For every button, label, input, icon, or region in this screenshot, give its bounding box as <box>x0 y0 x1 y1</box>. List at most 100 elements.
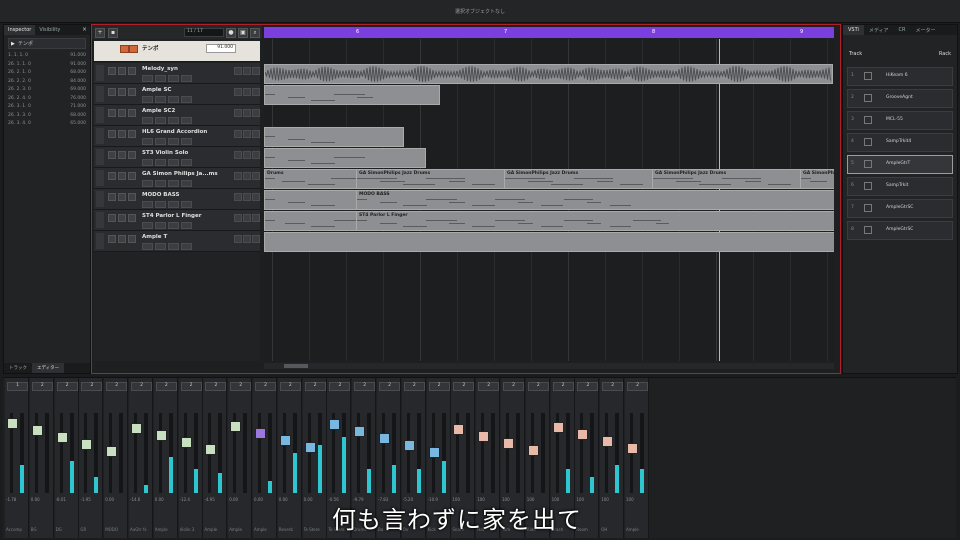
event-part[interactable]: GA SimonPhilips Jazz Drums <box>356 169 506 189</box>
channel-volume[interactable]: -1.95 <box>80 497 90 502</box>
lane-button[interactable] <box>243 214 251 222</box>
track-handle[interactable] <box>96 233 104 249</box>
channel-fader[interactable] <box>230 421 242 432</box>
record-enable-button[interactable] <box>128 151 136 159</box>
channel-number[interactable]: 2 <box>577 382 599 391</box>
freeze-button[interactable] <box>234 130 242 138</box>
solo-button[interactable] <box>118 172 126 180</box>
channel-number[interactable]: 2 <box>205 382 227 391</box>
tempo-point-row[interactable]: 26. 1. 1. 0 91.000 <box>8 62 86 71</box>
meter-button[interactable] <box>252 67 260 75</box>
read-button[interactable] <box>142 96 153 103</box>
mute-button[interactable] <box>108 109 116 117</box>
channel-fader[interactable] <box>627 443 638 454</box>
lane-button[interactable] <box>243 109 251 117</box>
tab-cr[interactable]: CR <box>894 25 911 35</box>
tempo-point-row[interactable]: 26. 3. 4. 0 65.000 <box>8 121 86 130</box>
channel-volume[interactable]: 100 <box>601 497 609 502</box>
tempo-point-row[interactable]: 26. 2. 1. 0 68.000 <box>8 70 86 79</box>
channel-number[interactable]: 2 <box>627 382 648 391</box>
record-enable-button[interactable] <box>128 235 136 243</box>
mute-button[interactable] <box>108 88 116 96</box>
channel-volume[interactable]: -4.95 <box>204 497 214 502</box>
channel-number[interactable]: 2 <box>31 382 53 391</box>
channel-number[interactable]: 2 <box>379 382 400 391</box>
edit-button[interactable] <box>168 75 179 82</box>
channel-volume[interactable]: 0.00 <box>229 497 238 502</box>
track-handle[interactable] <box>96 107 104 123</box>
channel-fader[interactable] <box>205 444 217 455</box>
channel-number[interactable]: 2 <box>354 382 376 391</box>
folder-icon[interactable]: ▪ <box>108 28 118 38</box>
track-row[interactable]: ST3 Violin Solo <box>94 147 260 168</box>
channel-fader[interactable] <box>81 439 93 450</box>
channel-number[interactable]: 2 <box>329 382 351 391</box>
add-track-button[interactable]: + <box>95 28 105 38</box>
scroll-thumb[interactable] <box>284 364 308 368</box>
write-button[interactable] <box>155 117 166 124</box>
track-handle[interactable] <box>96 149 104 165</box>
channel-volume[interactable]: -1.78 <box>6 497 16 502</box>
channel-fader[interactable] <box>354 426 366 437</box>
mute-button[interactable] <box>108 193 116 201</box>
meter-button[interactable] <box>252 109 260 117</box>
record-enable-button[interactable] <box>128 172 136 180</box>
meter-button[interactable] <box>252 193 260 201</box>
track-row[interactable]: HL6 Grand Accordion <box>94 126 260 147</box>
channel-fader[interactable] <box>503 438 514 449</box>
channel-volume[interactable]: 0.00 <box>304 497 313 502</box>
lane-button[interactable] <box>243 130 251 138</box>
solo-button[interactable] <box>118 193 126 201</box>
instrument-slot[interactable]: 4 SampTrkit4 <box>847 133 953 152</box>
write-button[interactable] <box>155 222 166 229</box>
track-handle[interactable] <box>96 212 104 228</box>
instrument-slot[interactable]: 7 AmpleGtrSC <box>847 199 953 218</box>
channel-volume[interactable]: 0.00 <box>155 497 164 502</box>
record-enable-button[interactable] <box>128 109 136 117</box>
channel-number[interactable]: 2 <box>527 382 549 391</box>
event-part[interactable]: GA SimonPhilips Jazz Drums <box>652 169 802 189</box>
event-part[interactable]: ST4 Parlor L Finger <box>356 211 834 231</box>
inspector-section-tempo[interactable]: ▶ テンポ <box>8 38 86 49</box>
channel-fader[interactable] <box>131 423 142 434</box>
freeze-button[interactable] <box>234 193 242 201</box>
tab-inspector[interactable]: Inspector <box>4 25 36 35</box>
instrument-slot[interactable]: 1 HiKeam 6 <box>847 67 953 86</box>
solo-button[interactable] <box>118 88 126 96</box>
freeze-button[interactable] <box>234 151 242 159</box>
freeze-button[interactable] <box>234 109 242 117</box>
record-enable-button[interactable] <box>128 88 136 96</box>
monitor-button[interactable] <box>181 75 192 82</box>
channel-volume[interactable]: 0.00 <box>105 497 114 502</box>
event-part[interactable] <box>264 148 426 168</box>
lane-button[interactable] <box>243 172 251 180</box>
event-part[interactable] <box>264 85 440 105</box>
lane-button[interactable] <box>243 151 251 159</box>
tempo-lock-button[interactable] <box>129 45 138 53</box>
instrument-slot[interactable]: 8 AmpleGtrSC <box>847 221 953 240</box>
power-icon[interactable] <box>864 182 872 190</box>
power-icon[interactable] <box>864 160 872 168</box>
channel-fader[interactable] <box>527 445 539 456</box>
event-part[interactable]: MODO BASS <box>356 190 834 210</box>
solo-button[interactable] <box>118 109 126 117</box>
event-part[interactable] <box>264 211 358 231</box>
channel-fader[interactable] <box>403 440 415 451</box>
tempo-point-row[interactable]: 26. 3. 1. 0 71.000 <box>8 104 86 113</box>
meter-button[interactable] <box>252 172 260 180</box>
channel-number[interactable]: 2 <box>279 382 301 391</box>
tempo-point-row[interactable]: 1. 1. 1. 0 91.000 <box>8 53 86 62</box>
record-enable-button[interactable] <box>128 67 136 75</box>
channel-number[interactable]: 2 <box>428 382 450 391</box>
solo-button[interactable] <box>118 151 126 159</box>
channel-number[interactable]: 2 <box>180 382 202 391</box>
freeze-button[interactable] <box>234 88 242 96</box>
track-row[interactable]: ST4 Parlor L Finger <box>94 210 260 231</box>
tab-vsti[interactable]: VSTi <box>843 25 864 35</box>
edit-button[interactable] <box>168 222 179 229</box>
meter-button[interactable] <box>252 151 260 159</box>
channel-fader[interactable] <box>180 437 192 448</box>
instrument-slot[interactable]: 2 GrooveAgnt <box>847 89 953 108</box>
write-button[interactable] <box>155 138 166 145</box>
channel-number[interactable]: 2 <box>255 382 276 391</box>
